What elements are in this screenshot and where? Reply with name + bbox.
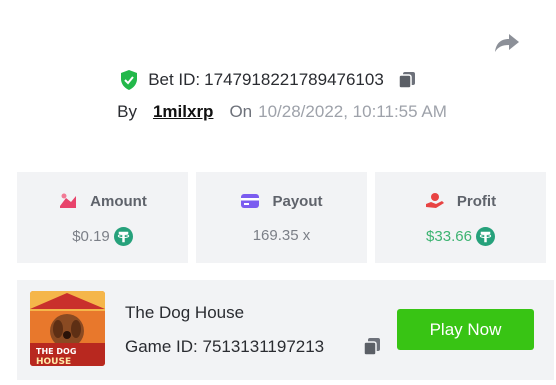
bet-id-row: Bet ID: 1747918221789476103 <box>0 70 556 90</box>
verified-shield-icon <box>121 70 138 90</box>
by-label: By <box>117 102 137 121</box>
thumb-text-line-1: THE DOG <box>36 347 76 356</box>
bet-id-value: 1747918221789476103 <box>204 70 384 89</box>
on-label: On <box>229 102 253 121</box>
game-id-value: 7513131197213 <box>202 337 325 356</box>
game-id-label: Game ID: <box>125 337 198 356</box>
tether-icon <box>113 227 133 246</box>
dog-house-thumbnail-image: THE DOG HOUSE <box>30 291 105 366</box>
game-thumbnail[interactable]: THE DOG HOUSE <box>30 291 105 366</box>
payout-card: Payout 169.35 x <box>196 172 367 263</box>
payout-card-icon <box>241 194 260 208</box>
bet-id-label: Bet ID: <box>148 70 201 89</box>
game-name[interactable]: The Dog House <box>125 303 244 323</box>
payout-title: Payout <box>272 192 323 210</box>
game-id: Game ID: 7513131197213 <box>125 337 324 357</box>
thumb-text-line-2: HOUSE <box>36 357 71 366</box>
profit-value: $33.66 <box>426 228 472 245</box>
tether-icon <box>475 227 495 246</box>
profit-card: Profit $33.66 <box>375 172 546 263</box>
copy-icon[interactable] <box>398 71 416 89</box>
payout-value: 169.35 x <box>252 227 311 244</box>
amount-value: $0.19 <box>72 228 110 245</box>
amount-card: Amount $0.19 <box>17 172 188 263</box>
username-link[interactable]: 1milxrp <box>153 102 213 122</box>
profit-hand-icon <box>425 193 444 208</box>
bet-author-row: By 1milxrp On 10/28/2022, 10:11:55 AM <box>4 102 556 122</box>
copy-game-id-icon[interactable] <box>363 337 381 356</box>
bet-stats: Amount $0.19 Payout 169.35 x Profit $33.… <box>17 172 546 263</box>
amount-title: Amount <box>90 192 147 210</box>
profit-title: Profit <box>456 192 497 210</box>
game-panel: THE DOG HOUSE The Dog House Game ID: 751… <box>17 280 554 380</box>
amount-icon <box>60 193 77 208</box>
share-icon[interactable] <box>494 32 520 54</box>
play-now-button[interactable]: Play Now <box>397 309 534 350</box>
bet-datetime: 10/28/2022, 10:11:55 AM <box>258 102 447 121</box>
